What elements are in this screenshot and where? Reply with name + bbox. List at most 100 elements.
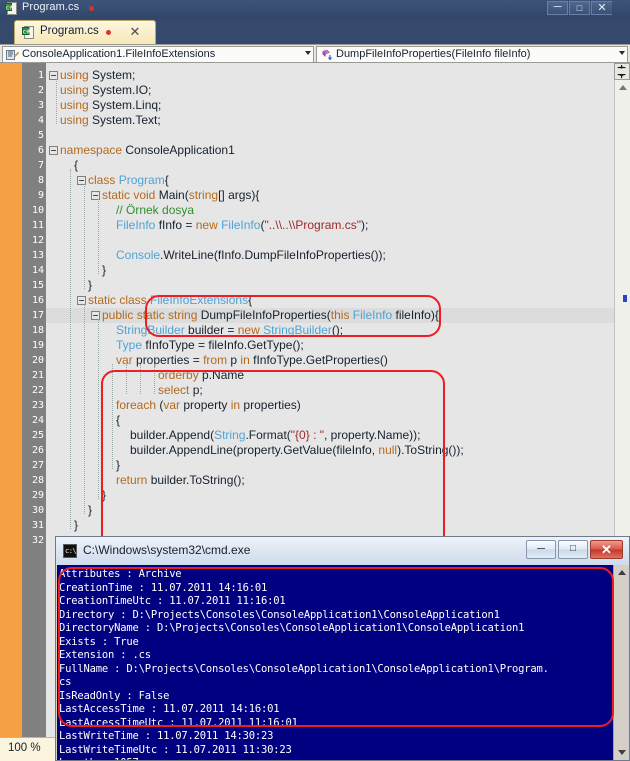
code-line[interactable]: Console.WriteLine(fInfo.DumpFileInfoProp… (116, 248, 386, 263)
code-line[interactable]: } (88, 503, 92, 518)
member-dropdown[interactable]: DumpFileInfoProperties(FileInfo fileInfo… (316, 46, 628, 63)
code-token: StringBuilder (263, 323, 332, 337)
console-output-line: LastWriteTimeUtc : 11.07.2011 11:30:23 (59, 744, 292, 758)
scroll-position-marker (623, 295, 627, 302)
cmd-close-button[interactable]: ✕ (590, 540, 623, 559)
code-token: using (60, 83, 92, 97)
zoom-level-control[interactable]: 100 % (0, 738, 57, 761)
indent-guide (70, 169, 71, 529)
code-line[interactable]: using System.IO; (60, 83, 151, 98)
indent-guide (98, 319, 99, 499)
code-line[interactable]: // Örnek dosya (116, 203, 194, 218)
indent-guide (84, 304, 85, 514)
code-token: ConsoleApplication1 (125, 143, 234, 157)
console-output-line: LastAccessTime : 11.07.2011 14:16:01 (59, 703, 279, 717)
scroll-down-arrow-icon[interactable] (618, 750, 626, 755)
line-number: 25 (32, 428, 44, 443)
line-number: 11 (32, 218, 44, 233)
code-token: { (248, 293, 252, 307)
code-token: } (102, 488, 106, 502)
code-token: property (183, 398, 230, 412)
code-line[interactable]: { (116, 413, 120, 428)
code-line[interactable]: } (102, 263, 106, 278)
svg-text:c#: c# (23, 29, 31, 36)
code-line[interactable]: select p; (158, 383, 203, 398)
code-line[interactable]: public static string DumpFileInfoPropert… (102, 308, 439, 323)
line-number: 13 (32, 248, 44, 263)
indent-guide (98, 199, 99, 274)
cmd-minimize-button[interactable]: ─ (526, 540, 556, 559)
split-handle-icon (615, 64, 629, 79)
line-number: 22 (32, 383, 44, 398)
code-line[interactable]: StringBuilder builder = new StringBuilde… (116, 323, 343, 338)
code-token: p (230, 353, 240, 367)
tab-close-icon[interactable]: ✕ (127, 24, 143, 40)
code-token: { (116, 413, 120, 427)
code-token: } (88, 278, 92, 292)
scroll-up-arrow-icon[interactable] (619, 85, 627, 90)
changed-lines-margin (0, 63, 22, 761)
code-token: using (60, 68, 92, 82)
code-token: null (378, 443, 397, 457)
line-number: 19 (32, 338, 44, 353)
console-output-line: Exists : True (59, 636, 139, 650)
code-line[interactable]: class Program{ (88, 173, 169, 188)
code-line[interactable]: static class FileInfoExtensions{ (88, 293, 252, 308)
code-line[interactable]: { (74, 158, 78, 173)
code-token: string (189, 188, 218, 202)
code-token: (); (332, 323, 343, 337)
code-line[interactable]: using System; (60, 68, 135, 83)
window-minimize-button[interactable]: ─ (547, 1, 568, 15)
code-line[interactable]: foreach (var property in properties) (116, 398, 301, 413)
code-line[interactable]: } (74, 518, 78, 533)
console-output-line: FullName : D:\Projects\Consoles\ConsoleA… (59, 663, 549, 677)
chevron-down-icon[interactable] (619, 51, 625, 55)
csharp-file-icon: c# (5, 2, 18, 15)
window-maximize-button[interactable]: □ (569, 1, 590, 15)
svg-text:c#: c# (6, 5, 14, 12)
cmd-console-window[interactable]: c:\ C:\Windows\system32\cmd.exe ─ □ ✕ At… (55, 536, 630, 761)
code-token: , property.Name)); (324, 428, 420, 442)
code-token: p; (193, 383, 203, 397)
tab-program-cs[interactable]: c# Program.cs ✕ (14, 20, 156, 44)
code-line[interactable]: using System.Text; (60, 113, 161, 128)
code-line[interactable]: var properties = from p in fInfoType.Get… (116, 353, 388, 368)
type-dropdown[interactable]: ConsoleApplication1.FileInfoExtensions (2, 46, 314, 63)
code-token: static void (102, 188, 159, 202)
indent-guide (56, 79, 57, 124)
code-line[interactable]: } (102, 488, 106, 503)
code-token: fInfoType.GetProperties() (253, 353, 388, 367)
window-titlebar[interactable]: c# Program.cs ─ □ ✕ (0, 0, 630, 18)
cmd-icon: c:\ (63, 544, 77, 558)
code-line[interactable]: FileInfo fInfo = new FileInfo("..\\..\\P… (116, 218, 368, 233)
code-line[interactable]: namespace ConsoleApplication1 (60, 143, 235, 158)
tab-unsaved-dot (106, 30, 111, 35)
cmd-output-area[interactable]: Attributes : ArchiveCreationTime : 11.07… (57, 565, 613, 760)
console-output-line: Directory : D:\Projects\Consoles\Console… (59, 609, 500, 623)
console-output-line: Extension : .cs (59, 649, 151, 663)
code-token: from (203, 353, 230, 367)
cmd-maximize-button[interactable]: □ (558, 540, 588, 559)
cmd-titlebar[interactable]: c:\ C:\Windows\system32\cmd.exe ─ □ ✕ (56, 537, 629, 565)
code-line[interactable]: builder.AppendLine(property.GetValue(fil… (130, 443, 464, 458)
code-line[interactable]: orderby p.Name (158, 368, 244, 383)
code-line[interactable]: static void Main(string[] args){ (102, 188, 259, 203)
code-line[interactable]: } (88, 278, 92, 293)
code-token: properties = (136, 353, 203, 367)
code-token: static class (88, 293, 150, 307)
collapse-toggle-icon[interactable] (49, 146, 58, 155)
code-line[interactable]: return builder.ToString(); (116, 473, 245, 488)
window-close-button[interactable]: ✕ (591, 1, 612, 15)
code-token: ); (361, 218, 368, 232)
code-line[interactable]: using System.Linq; (60, 98, 161, 113)
code-line[interactable]: } (116, 458, 120, 473)
scroll-up-arrow-icon[interactable] (618, 570, 626, 575)
editor-split-button[interactable] (614, 63, 630, 80)
editor-vertical-scrollbar[interactable] (614, 80, 630, 540)
chevron-down-icon[interactable] (305, 51, 311, 55)
line-number: 9 (38, 188, 44, 203)
cmd-vertical-scrollbar[interactable] (613, 565, 629, 760)
code-line[interactable]: builder.Append(String.Format("{0} : ", p… (130, 428, 420, 443)
code-token: System.IO; (92, 83, 151, 97)
code-line[interactable]: Type fInfoType = fileInfo.GetType(); (116, 338, 304, 353)
